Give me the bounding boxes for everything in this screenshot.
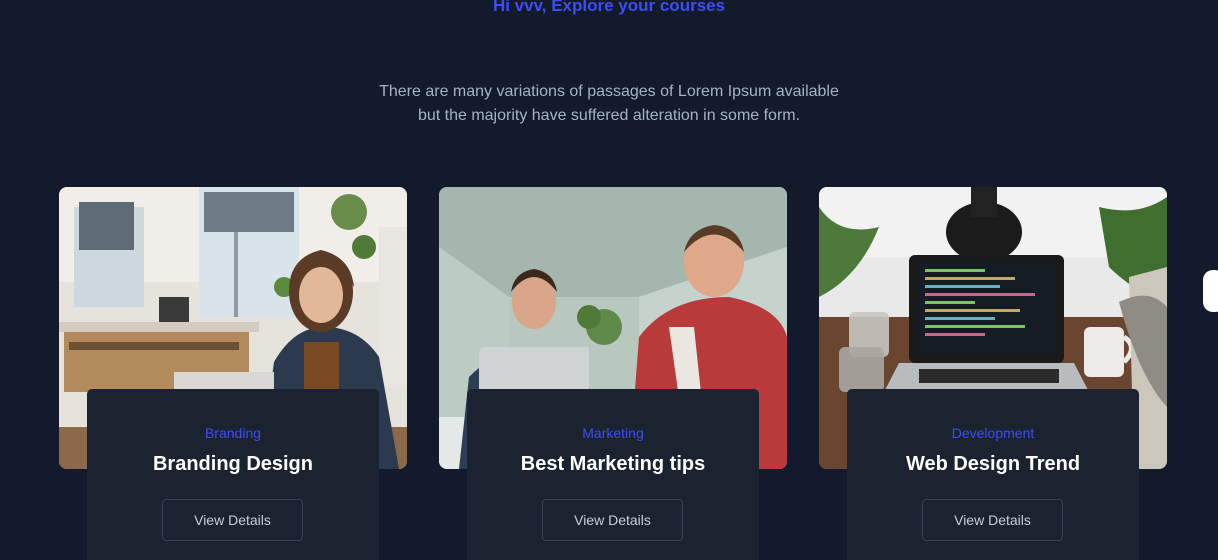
view-details-button[interactable]: View Details	[542, 499, 683, 541]
intro-line-1: There are many variations of passages of…	[379, 83, 839, 100]
course-card-development: Development Web Design Trend View Detail…	[819, 187, 1167, 560]
intro-line-2: but the majority have suffered alteratio…	[417, 107, 801, 124]
course-card-branding: Branding Branding Design View Details	[59, 187, 407, 560]
course-title: Web Design Trend	[905, 453, 1081, 475]
course-title: Branding Design	[152, 453, 313, 475]
course-info-branding: Branding Branding Design View Details	[87, 389, 379, 560]
view-details-button[interactable]: View Details	[922, 499, 1063, 541]
slider-next-icon[interactable]	[1203, 270, 1218, 312]
view-details-button[interactable]: View Details	[162, 499, 303, 541]
course-card-marketing: Marketing Best Marketing tips View Detai…	[439, 187, 787, 560]
course-category: Development	[951, 425, 1035, 441]
course-category: Marketing	[582, 425, 644, 441]
intro-text: There are many variations of passages of…	[0, 80, 1218, 128]
course-category: Branding	[204, 425, 262, 441]
course-info-development: Development Web Design Trend View Detail…	[847, 389, 1139, 560]
page-title: Hi vvv, Explore your courses	[492, 0, 726, 15]
course-info-marketing: Marketing Best Marketing tips View Detai…	[467, 389, 759, 560]
course-title: Best Marketing tips	[520, 453, 706, 475]
courses-page: Hi vvv, Explore your courses There are m…	[0, 0, 1218, 560]
